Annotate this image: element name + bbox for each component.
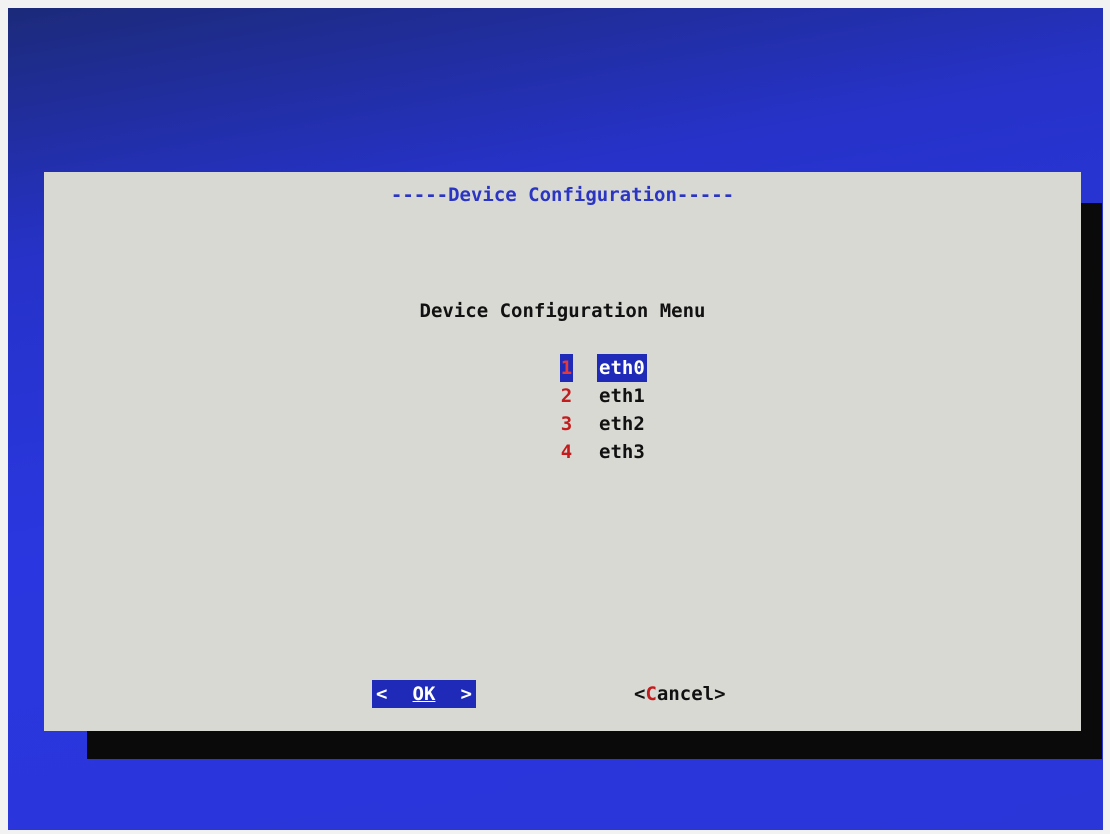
ok-button-label: OK [412,683,436,705]
menu-item-key: 1 [560,354,573,382]
menu-item-key: 3 [560,413,573,435]
cancel-button-close-bracket: > [714,683,726,705]
cancel-button-hotkey: C [645,683,657,705]
cancel-button-label: ancel [656,683,715,705]
menu-item-eth0[interactable]: 1 eth0 [560,354,647,382]
menu-item-key: 2 [560,385,573,407]
ok-button[interactable]: < OK > [372,680,476,708]
menu-item-eth1[interactable]: 2 eth1 [560,382,647,410]
menu-item-label: eth0 [597,354,647,382]
ok-button-right-bracket: > [460,683,472,705]
menu-item-label: eth2 [599,413,645,435]
menu-item-label: eth3 [599,441,645,463]
terminal-screen: -----Device Configuration----- Device Co… [8,8,1103,830]
dialog-title: -----Device Configuration----- [390,184,735,206]
menu-item-eth3[interactable]: 4 eth3 [560,438,647,466]
cancel-button[interactable]: <Cancel> [634,680,726,708]
ok-button-left-bracket: < [376,683,388,705]
device-menu: 1 eth0 2 eth1 3 eth2 4 eth3 [560,354,647,466]
menu-item-key: 4 [560,441,573,463]
menu-item-label: eth1 [599,385,645,407]
device-configuration-dialog: -----Device Configuration----- Device Co… [44,172,1081,731]
menu-item-eth2[interactable]: 3 eth2 [560,410,647,438]
menu-heading: Device Configuration Menu [419,300,706,322]
cancel-button-open-bracket: < [634,683,646,705]
